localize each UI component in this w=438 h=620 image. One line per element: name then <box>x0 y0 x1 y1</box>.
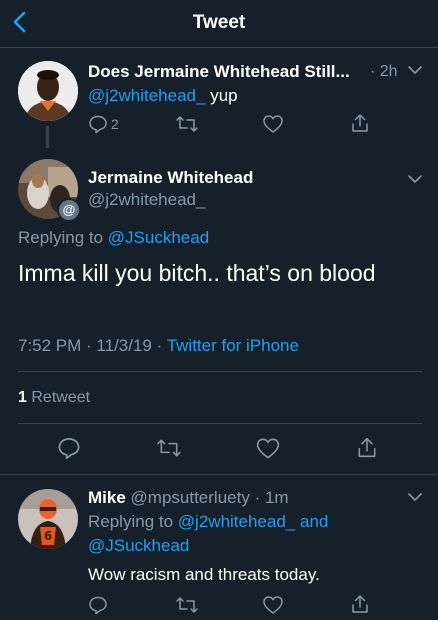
replying-to-handle[interactable]: @JSuckhead <box>88 536 189 556</box>
avatar-badge: @ <box>57 198 81 222</box>
replying-to-handle[interactable]: @j2whitehead_ <box>178 512 295 531</box>
replying-to-and: and <box>299 512 329 531</box>
replying-to-label: Replying to <box>88 512 174 531</box>
reply-count: 2 <box>111 116 119 132</box>
replying-to-label: Replying to <box>18 228 104 247</box>
retweet-stats[interactable]: 1 Retweet <box>18 389 90 407</box>
parent-handle[interactable]: @j2whitehead_ <box>88 86 205 105</box>
share-icon[interactable] <box>356 435 378 460</box>
like-icon[interactable] <box>255 437 281 460</box>
avatar[interactable] <box>18 61 78 121</box>
retweet-label: Retweet <box>31 389 91 406</box>
retweet-icon[interactable] <box>175 114 199 134</box>
reply-icon[interactable] <box>88 595 108 615</box>
thread-line <box>46 126 49 148</box>
svg-text:6: 6 <box>44 529 52 543</box>
share-icon[interactable] <box>350 593 370 615</box>
like-icon[interactable] <box>262 114 284 134</box>
like-icon[interactable] <box>262 595 284 615</box>
tweet-timestamp: 7:52 PM · 11/3/19 · <box>18 336 163 355</box>
parent-text: yup <box>210 86 238 105</box>
tweet-source-link[interactable]: Twitter for iPhone <box>167 336 299 355</box>
at-icon: @ <box>62 202 76 217</box>
reply-icon[interactable] <box>57 436 81 460</box>
retweet-icon[interactable] <box>155 437 183 459</box>
divider <box>18 423 422 424</box>
parent-tweet[interactable]: Does Jermaine Whitehead Still... · 2h @j… <box>0 48 438 148</box>
main-tweet: @ Jermaine Whitehead @j2whitehead_ Reply… <box>0 148 438 468</box>
reply-icon[interactable] <box>88 114 108 134</box>
retweet-icon[interactable] <box>175 595 199 615</box>
reply-time: · 1m <box>254 488 289 507</box>
replying-to-handle[interactable]: @JSuckhead <box>108 228 209 247</box>
chevron-down-icon[interactable] <box>408 174 422 184</box>
avatar[interactable]: 6 <box>18 489 78 549</box>
chevron-down-icon[interactable] <box>408 492 422 502</box>
chevron-down-icon[interactable] <box>408 65 422 75</box>
page-title: Tweet <box>192 12 246 33</box>
reply-text: Wow racism and threats today. <box>88 565 320 584</box>
tweet-text: Imma kill you bitch.. that’s on blood <box>18 260 376 286</box>
share-icon[interactable] <box>350 112 370 134</box>
parent-time: · 2h <box>370 63 398 80</box>
main-handle[interactable]: @j2whitehead_ <box>88 190 205 210</box>
reply-tweet[interactable]: 6 Mike @mpsutterluety · 1m Replying to @… <box>0 475 438 620</box>
divider <box>18 371 422 372</box>
main-display-name[interactable]: Jermaine Whitehead <box>88 168 253 188</box>
reply-display-name[interactable]: Mike <box>88 488 126 507</box>
parent-display-name[interactable]: Does Jermaine Whitehead Still... <box>88 62 350 82</box>
reply-handle[interactable]: @mpsutterluety <box>131 488 250 507</box>
retweet-count: 1 <box>18 389 27 406</box>
header-bar: Tweet <box>0 0 438 46</box>
